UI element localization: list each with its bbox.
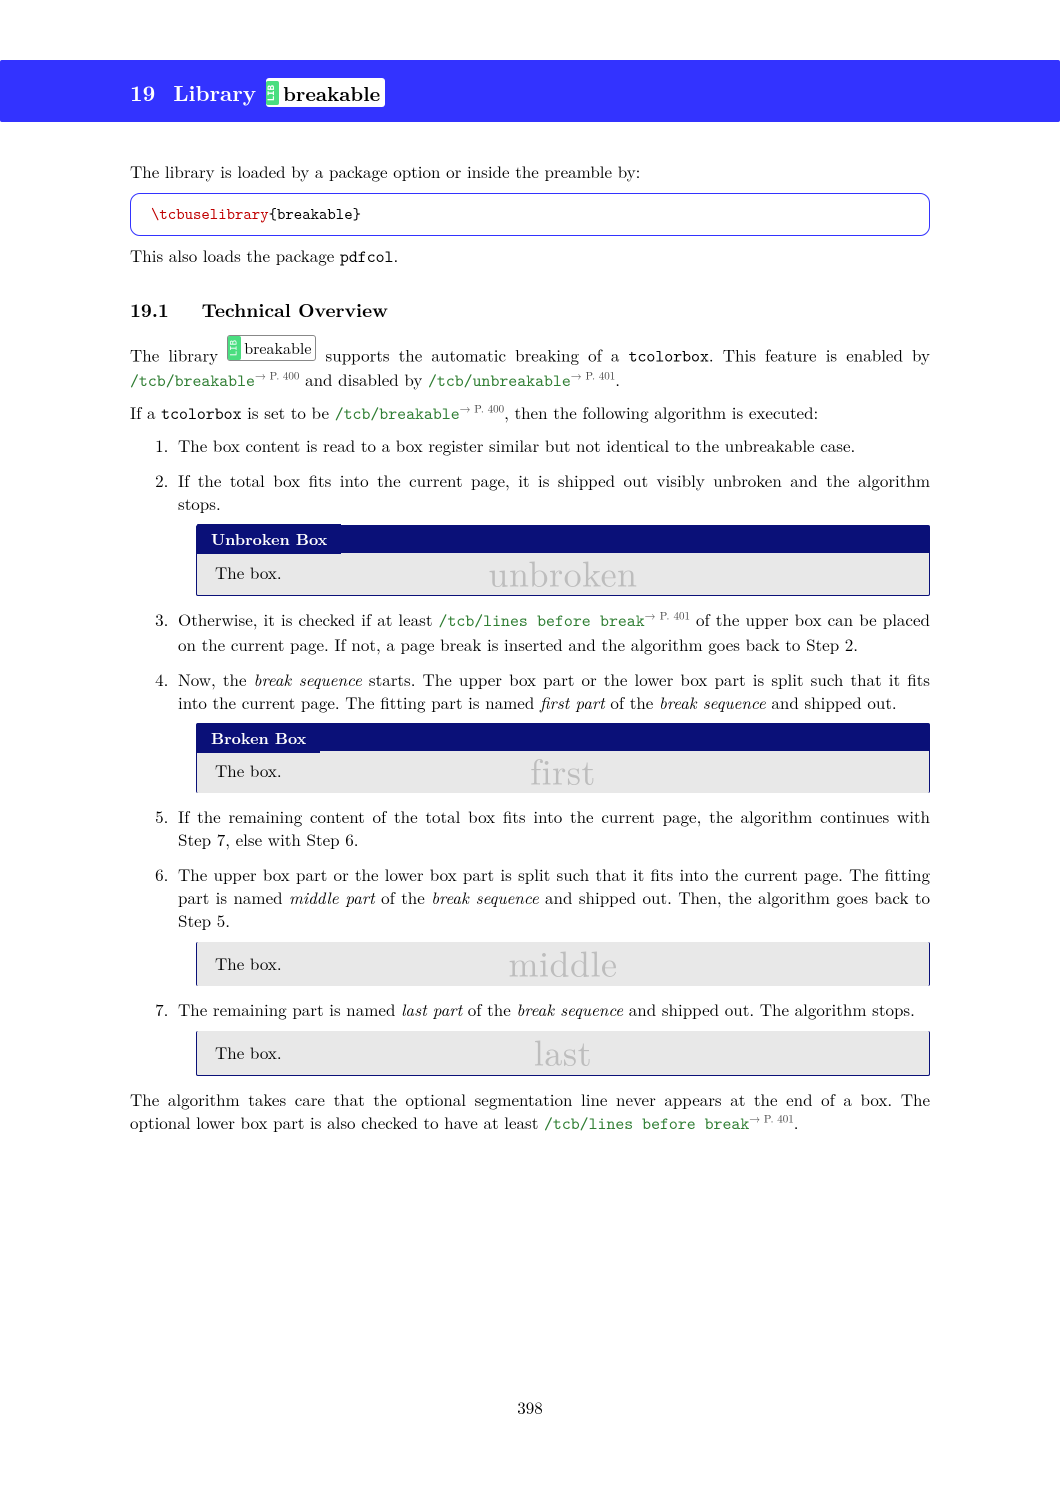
watermark-unbroken: unbroken bbox=[197, 548, 929, 597]
footer-paragraph: The algorithm takes care that the option… bbox=[130, 1088, 930, 1136]
algo-step-7: The remaining part is named last part of… bbox=[174, 998, 930, 1076]
section-header: 19 Library LIB breakable bbox=[0, 60, 1060, 122]
overview-p1: The library LIBbreakable supports the au… bbox=[130, 335, 930, 393]
overview-p2: If a tcolorbox is set to be /tcb/breakab… bbox=[130, 401, 930, 426]
section-number: 19 bbox=[130, 78, 155, 108]
page-ref: → P. 401 bbox=[645, 608, 690, 623]
key-link[interactable]: /tcb/lines before break bbox=[439, 610, 645, 632]
library-tag-inline: LIBbreakable bbox=[227, 335, 316, 361]
page-ref: → P. 401 bbox=[749, 1111, 793, 1126]
broken-box-middle: The box. middle bbox=[196, 942, 930, 986]
watermark-middle: middle bbox=[197, 939, 929, 988]
subsection-title: Technical Overview bbox=[202, 295, 388, 323]
box-title: Broken Box bbox=[197, 723, 320, 753]
algorithm-list: The box content is read to a box registe… bbox=[130, 434, 930, 1076]
page-ref: → P. 400 bbox=[460, 401, 504, 416]
algo-step-4: Now, the break sequence starts. The uppe… bbox=[174, 668, 930, 794]
page-ref: → P. 400 bbox=[255, 368, 299, 383]
broken-box-last: The box. last bbox=[196, 1031, 930, 1076]
lib-icon: LIB bbox=[228, 336, 241, 360]
watermark-first: first bbox=[197, 747, 929, 796]
library-tag: LIB breakable bbox=[266, 78, 385, 107]
library-name: breakable bbox=[283, 79, 380, 106]
section-label: Library bbox=[173, 78, 256, 108]
algo-step-3: Otherwise, it is checked if at least /tc… bbox=[174, 608, 930, 656]
box-body-text: The box. bbox=[215, 560, 282, 584]
algo-step-2: If the total box fits into the current p… bbox=[174, 469, 930, 596]
code-listing: \tcbuselibrary{breakable} bbox=[130, 193, 930, 237]
algo-step-1: The box content is read to a box registe… bbox=[174, 434, 930, 457]
box-body-text: The box. bbox=[215, 951, 282, 975]
box-title: Unbroken Box bbox=[197, 524, 341, 554]
package-name: pdfcol bbox=[340, 246, 394, 268]
box-body-text: The box. bbox=[215, 758, 282, 782]
intro-line-1: The library is loaded by a package optio… bbox=[130, 160, 930, 183]
code-command: \tcbuselibrary bbox=[151, 204, 269, 225]
key-link[interactable]: /tcb/unbreakable bbox=[428, 370, 571, 392]
intro-line-2: This also loads the package pdfcol. bbox=[130, 244, 930, 269]
page-content: The library is loaded by a package optio… bbox=[0, 122, 1060, 1419]
page-ref: → P. 401 bbox=[571, 368, 615, 383]
subsection-heading: 19.1 Technical Overview bbox=[130, 297, 930, 323]
broken-box-first: Broken Box The box. first bbox=[196, 723, 930, 793]
key-link[interactable]: /tcb/lines before break bbox=[544, 1113, 749, 1135]
page-number: 398 bbox=[130, 1396, 930, 1419]
algo-step-6: The upper box part or the lower box part… bbox=[174, 863, 930, 986]
key-link[interactable]: /tcb/breakable bbox=[335, 403, 460, 425]
key-link[interactable]: /tcb/breakable bbox=[130, 370, 255, 392]
box-body-text: The box. bbox=[215, 1040, 282, 1064]
lib-icon: LIB bbox=[266, 81, 279, 105]
unbroken-box: Unbroken Box The box. unbroken bbox=[196, 525, 930, 596]
subsection-number: 19.1 bbox=[130, 295, 169, 323]
code-argument: {breakable} bbox=[269, 204, 361, 225]
watermark-last: last bbox=[197, 1028, 929, 1077]
algo-step-5: If the remaining content of the total bo… bbox=[174, 805, 930, 851]
